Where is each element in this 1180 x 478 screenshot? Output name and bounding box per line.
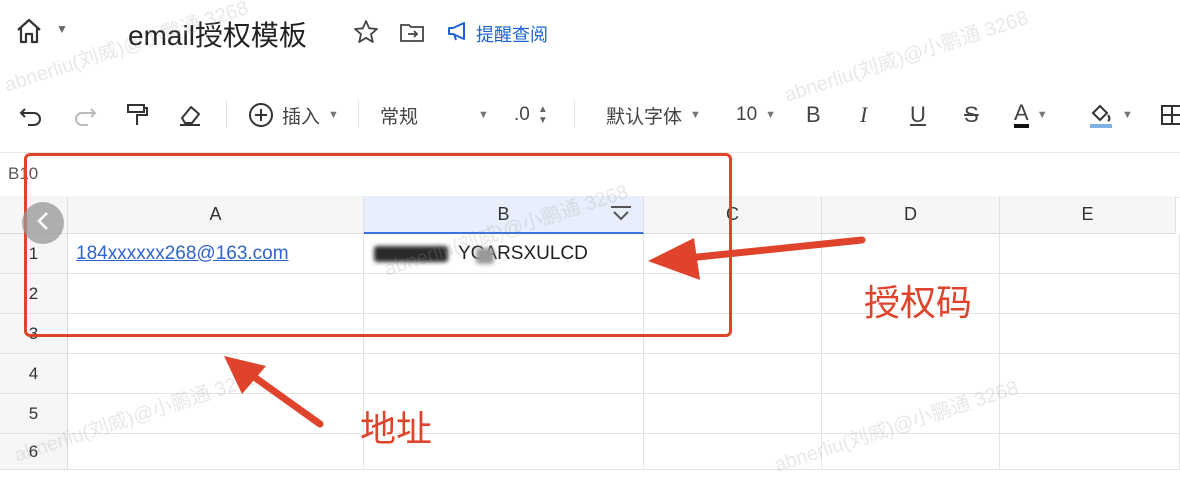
chevron-down-icon: ▼ bbox=[690, 109, 701, 121]
auth-code-annotation: 授权码 bbox=[864, 282, 973, 323]
cell-e4[interactable] bbox=[1000, 354, 1180, 394]
star-icon[interactable] bbox=[352, 18, 380, 46]
remind-read-label: 提醒查阅 bbox=[476, 24, 548, 45]
home-icon[interactable] bbox=[14, 16, 44, 46]
cell-e3[interactable] bbox=[1000, 314, 1180, 354]
font-size-label: 10 bbox=[736, 104, 758, 125]
row-header-4[interactable]: 4 bbox=[0, 354, 68, 394]
font-color-icon: A bbox=[1014, 102, 1029, 128]
redo-icon[interactable] bbox=[72, 100, 98, 130]
strikethrough-icon: S bbox=[964, 102, 979, 127]
fill-color-button[interactable]: ▼ bbox=[1088, 100, 1133, 130]
highlight-box bbox=[24, 153, 732, 337]
megaphone-icon bbox=[446, 20, 470, 47]
number-format-label: 常规 bbox=[380, 106, 419, 128]
format-painter-icon[interactable] bbox=[124, 100, 150, 130]
arrow-to-address bbox=[224, 356, 324, 428]
font-family-select[interactable]: 默认字体 ▼ bbox=[606, 100, 701, 130]
toolbar-divider bbox=[226, 100, 227, 128]
bold-icon: B bbox=[806, 102, 821, 127]
decimal-label: .0 bbox=[514, 104, 530, 125]
font-size-select[interactable]: 10 ▼ bbox=[736, 100, 776, 130]
home-dropdown-caret-icon[interactable]: ▼ bbox=[56, 22, 68, 36]
column-header-e[interactable]: E bbox=[1000, 196, 1176, 234]
chevron-down-icon: ▼ bbox=[328, 109, 339, 121]
move-to-folder-icon[interactable] bbox=[398, 18, 426, 46]
chevron-down-icon: ▼ bbox=[765, 109, 777, 121]
address-annotation: 地址 bbox=[360, 408, 433, 449]
borders-icon[interactable] bbox=[1160, 100, 1180, 130]
italic-icon: I bbox=[860, 102, 868, 127]
paint-bucket-icon bbox=[1088, 101, 1114, 129]
strikethrough-button[interactable]: S bbox=[964, 100, 979, 130]
chevron-down-icon: ▼ bbox=[478, 109, 489, 121]
back-button[interactable] bbox=[22, 202, 64, 244]
cell-e2[interactable] bbox=[1000, 274, 1180, 314]
insert-label: 插入 bbox=[282, 106, 321, 128]
arrow-to-auth-code bbox=[648, 236, 866, 280]
cell-c4[interactable] bbox=[644, 354, 822, 394]
cell-a6[interactable] bbox=[68, 434, 364, 470]
toolbar-divider bbox=[358, 100, 359, 128]
font-color-button[interactable]: A ▼ bbox=[1014, 100, 1048, 130]
toolbar-divider bbox=[574, 100, 575, 128]
insert-button[interactable]: 插入 ▼ bbox=[248, 100, 339, 130]
cell-e5[interactable] bbox=[1000, 394, 1180, 434]
number-format-select[interactable]: 常规 ▼ bbox=[380, 100, 489, 130]
cell-c5[interactable] bbox=[644, 394, 822, 434]
cell-e6[interactable] bbox=[1000, 434, 1180, 470]
eraser-icon[interactable] bbox=[176, 100, 204, 130]
cell-e1[interactable] bbox=[1000, 234, 1180, 274]
plus-circle-icon bbox=[248, 102, 274, 128]
remind-read-button[interactable]: 提醒查阅 bbox=[446, 20, 548, 47]
chevron-left-icon bbox=[35, 210, 51, 237]
italic-button[interactable]: I bbox=[860, 100, 867, 130]
decimal-stepper-icon[interactable]: ▲ ▼ bbox=[538, 104, 548, 126]
chevron-down-icon: ▼ bbox=[1122, 109, 1133, 121]
font-family-label: 默认字体 bbox=[606, 106, 683, 128]
undo-icon[interactable] bbox=[18, 100, 44, 130]
cell-b4[interactable] bbox=[364, 354, 644, 394]
decimal-places-control[interactable]: .0 ▲ ▼ bbox=[514, 100, 548, 130]
underline-button[interactable]: U bbox=[910, 100, 926, 130]
bold-button[interactable]: B bbox=[806, 100, 821, 130]
chevron-down-icon: ▼ bbox=[1036, 109, 1048, 121]
underline-icon: U bbox=[910, 102, 926, 127]
